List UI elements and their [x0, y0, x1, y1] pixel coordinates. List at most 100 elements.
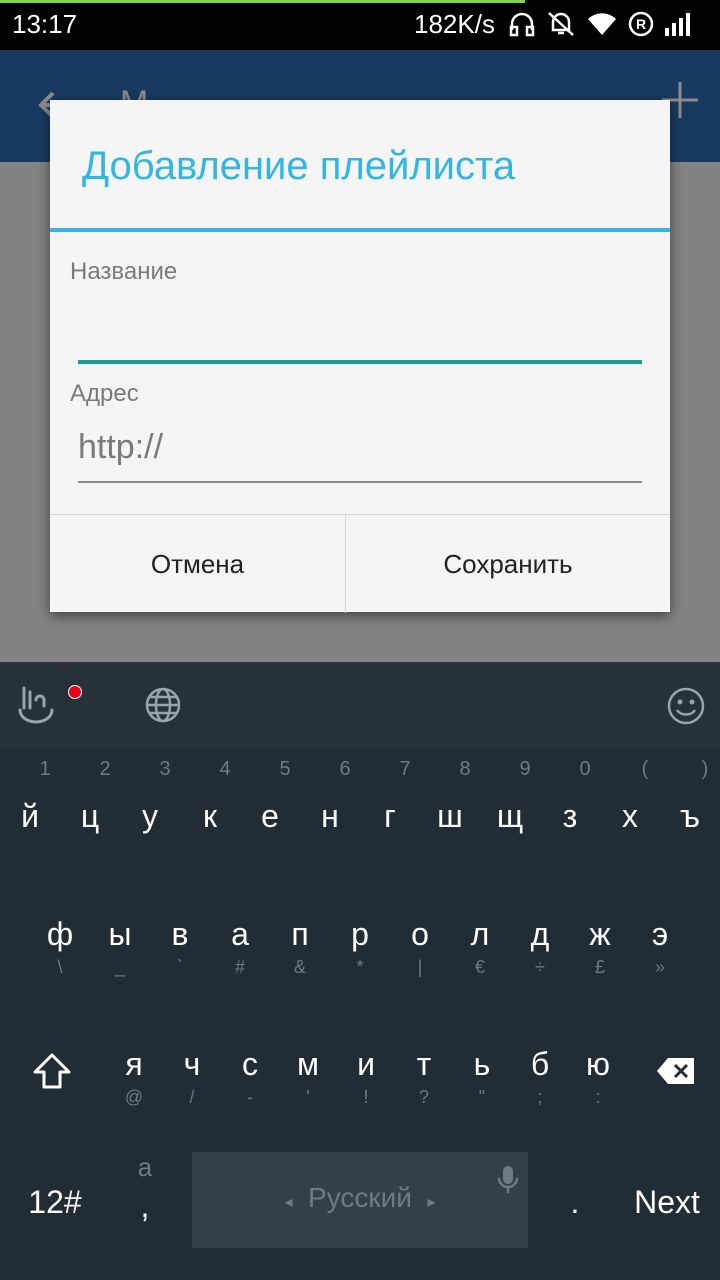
letter-key[interactable]: г [372, 800, 408, 832]
period-key[interactable]: . [560, 1184, 590, 1221]
key-symbol-hint: * [356, 957, 364, 977]
globe-icon[interactable] [144, 686, 182, 724]
wifi-icon [588, 13, 616, 35]
letter-key[interactable]: ы _ [102, 918, 138, 976]
letter-key[interactable]: п & [282, 918, 318, 976]
comma-key-hint: a [137, 1152, 153, 1182]
next-key[interactable]: Next [622, 1184, 712, 1221]
key-label: о [411, 916, 429, 952]
key-label: п [291, 916, 309, 952]
dialog-buttons: Отмена Сохранить [50, 514, 670, 613]
key-symbol-hint: » [654, 957, 665, 977]
key-label: ы [108, 916, 132, 952]
mute-icon [548, 12, 574, 36]
headphones-icon [509, 12, 535, 37]
letter-key[interactable]: ц [72, 800, 108, 832]
emoji-icon[interactable] [666, 686, 706, 726]
name-input[interactable] [78, 302, 642, 352]
cancel-button[interactable]: Отмена [50, 515, 346, 613]
address-label: Адрес [70, 380, 139, 407]
letter-key[interactable]: и! [348, 1048, 384, 1106]
shift-key-icon[interactable] [32, 1052, 72, 1090]
key-symbol-hint: ' [306, 1087, 310, 1107]
keyboard-toolbar [0, 662, 720, 748]
key-symbol-hint: @ [124, 1087, 144, 1107]
key-symbol-hint: _ [114, 957, 125, 977]
letter-key[interactable]: р * [342, 918, 378, 976]
letter-key[interactable]: о | [402, 918, 438, 976]
status-bar: 13:17 182K/s R [0, 0, 720, 50]
letter-key[interactable]: ъ [672, 800, 708, 832]
key-symbol-hint: ; [537, 1087, 543, 1107]
number-hint: ( [641, 758, 649, 780]
key-label: я [125, 1046, 143, 1082]
backspace-key-icon[interactable] [656, 1056, 696, 1086]
letter-key[interactable]: а # [222, 918, 258, 976]
letter-key[interactable]: у [132, 800, 168, 832]
number-hint: 5 [279, 758, 291, 780]
save-button[interactable]: Сохранить [346, 515, 670, 613]
number-hint: ) [701, 758, 709, 780]
key-label: у [142, 798, 158, 834]
key-symbol-hint: ? [418, 1087, 429, 1107]
download-progress [0, 0, 525, 3]
key-label: б [530, 1046, 550, 1082]
letter-key[interactable]: с- [232, 1048, 268, 1106]
key-label: ч [183, 1046, 201, 1082]
letter-key[interactable]: ь " [464, 1048, 500, 1106]
letter-key[interactable]: й [12, 800, 48, 832]
key-label: г [384, 798, 396, 834]
letter-key[interactable]: ш [432, 800, 468, 832]
key-label: щ [496, 798, 524, 834]
letter-key[interactable]: е [252, 800, 288, 832]
letter-key[interactable]: б; [522, 1048, 558, 1106]
key-label: х [622, 798, 638, 834]
letter-key[interactable]: л € [462, 918, 498, 976]
letter-key[interactable]: х [612, 800, 648, 832]
number-hint: 9 [519, 758, 531, 780]
number-hint: 7 [399, 758, 411, 780]
key-label: ж [589, 916, 611, 952]
letter-key[interactable]: э» [642, 918, 678, 976]
notification-dot [68, 685, 82, 699]
letter-key[interactable]: ю: [580, 1048, 616, 1106]
key-label: т [416, 1046, 432, 1082]
key-symbol-hint: ÷ [535, 957, 545, 977]
number-hint: 3 [159, 758, 171, 780]
space-key[interactable]: ◂ Русский ▸ [192, 1152, 528, 1248]
letter-key[interactable]: м ' [290, 1048, 326, 1106]
comma-key[interactable]: , [130, 1188, 160, 1225]
address-input[interactable] [78, 422, 642, 472]
letter-key[interactable]: в ` [162, 918, 198, 976]
letter-key[interactable]: ф \ [42, 918, 78, 976]
letter-key[interactable]: ж £ [582, 918, 618, 976]
letter-key[interactable]: з [552, 800, 588, 832]
key-symbol-hint: : [595, 1087, 601, 1107]
letter-key[interactable]: н [312, 800, 348, 832]
letter-key[interactable]: ч / [174, 1048, 210, 1106]
letter-key[interactable]: т? [406, 1048, 442, 1106]
letter-key[interactable]: к [192, 800, 228, 832]
microphone-icon[interactable] [496, 1164, 520, 1196]
swipe-gesture-icon[interactable] [16, 682, 56, 724]
status-time: 13:17 [12, 9, 78, 39]
key-label: ъ [680, 798, 700, 834]
key-symbol-hint: \ [57, 957, 63, 977]
letter-key[interactable]: я @ [116, 1048, 152, 1106]
symbols-key[interactable]: 12# [20, 1184, 90, 1221]
key-label: и [357, 1046, 375, 1082]
key-symbol-hint: # [234, 957, 245, 977]
number-hint: 2 [99, 758, 111, 780]
network-speed: 182K/s [414, 9, 495, 39]
key-label: ю [586, 1046, 610, 1082]
number-hint: 8 [459, 758, 471, 780]
key-label: л [470, 916, 490, 952]
key-label: а [231, 916, 249, 952]
soft-keyboard: 1 2 3 4 5 6 7 8 9 0() йцукенгшщзхъ ф \ ы _ в ` а # п & р * о |… [0, 748, 720, 1280]
letter-key[interactable]: д ÷ [522, 918, 558, 976]
name-input-underline [78, 360, 642, 364]
key-label: е [261, 798, 279, 834]
signal-icon [665, 13, 690, 36]
key-label: д [530, 916, 550, 952]
letter-key[interactable]: щ [492, 800, 528, 832]
